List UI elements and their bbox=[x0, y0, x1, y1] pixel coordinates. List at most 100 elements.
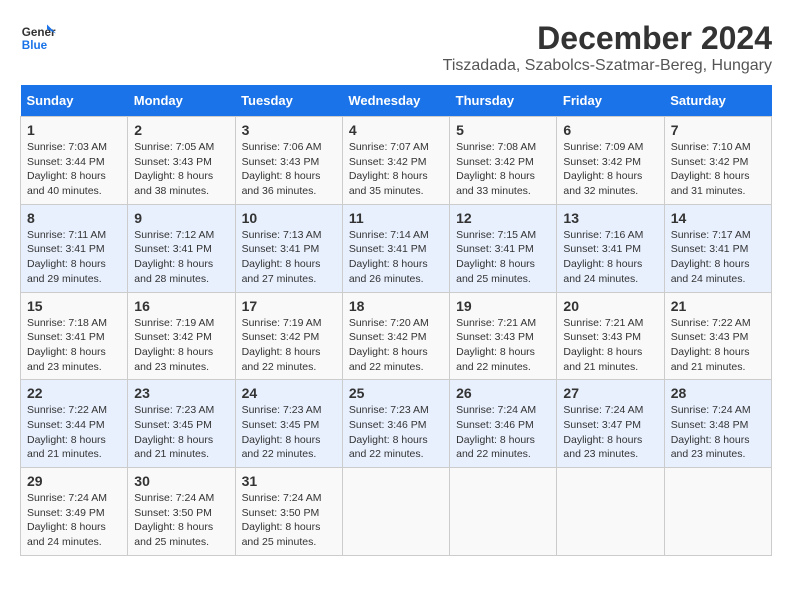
calendar-cell: 21 Sunrise: 7:22 AMSunset: 3:43 PMDayligh… bbox=[664, 292, 771, 380]
calendar-cell: 19 Sunrise: 7:21 AMSunset: 3:43 PMDayligh… bbox=[450, 292, 557, 380]
day-info: Sunrise: 7:23 AMSunset: 3:46 PMDaylight:… bbox=[349, 403, 443, 462]
day-header-sunday: Sunday bbox=[21, 85, 128, 117]
day-info: Sunrise: 7:17 AMSunset: 3:41 PMDaylight:… bbox=[671, 228, 765, 287]
day-number: 14 bbox=[671, 210, 765, 226]
day-info: Sunrise: 7:08 AMSunset: 3:42 PMDaylight:… bbox=[456, 140, 550, 199]
calendar-cell: 6 Sunrise: 7:09 AMSunset: 3:42 PMDaylight… bbox=[557, 117, 664, 205]
main-title: December 2024 bbox=[443, 20, 772, 57]
day-number: 8 bbox=[27, 210, 121, 226]
day-number: 25 bbox=[349, 385, 443, 401]
day-number: 4 bbox=[349, 122, 443, 138]
logo: General Blue bbox=[20, 20, 56, 56]
calendar-cell bbox=[664, 468, 771, 556]
day-header-wednesday: Wednesday bbox=[342, 85, 449, 117]
day-info: Sunrise: 7:07 AMSunset: 3:42 PMDaylight:… bbox=[349, 140, 443, 199]
day-number: 12 bbox=[456, 210, 550, 226]
week-row-4: 22 Sunrise: 7:22 AMSunset: 3:44 PMDayligh… bbox=[21, 380, 772, 468]
calendar-cell: 25 Sunrise: 7:23 AMSunset: 3:46 PMDayligh… bbox=[342, 380, 449, 468]
day-info: Sunrise: 7:24 AMSunset: 3:50 PMDaylight:… bbox=[134, 491, 228, 550]
day-info: Sunrise: 7:21 AMSunset: 3:43 PMDaylight:… bbox=[456, 316, 550, 375]
day-header-thursday: Thursday bbox=[450, 85, 557, 117]
week-row-3: 15 Sunrise: 7:18 AMSunset: 3:41 PMDayligh… bbox=[21, 292, 772, 380]
calendar-body: 1 Sunrise: 7:03 AMSunset: 3:44 PMDaylight… bbox=[21, 117, 772, 556]
day-number: 29 bbox=[27, 473, 121, 489]
day-info: Sunrise: 7:22 AMSunset: 3:44 PMDaylight:… bbox=[27, 403, 121, 462]
svg-text:Blue: Blue bbox=[22, 39, 48, 52]
day-number: 23 bbox=[134, 385, 228, 401]
calendar-cell: 18Sunrise: 7:20 AMSunset: 3:42 PMDayligh… bbox=[342, 292, 449, 380]
calendar-cell: 4 Sunrise: 7:07 AMSunset: 3:42 PMDaylight… bbox=[342, 117, 449, 205]
day-info: Sunrise: 7:20 AMSunset: 3:42 PMDaylight:… bbox=[349, 316, 443, 375]
calendar-cell bbox=[342, 468, 449, 556]
title-area: December 2024 Tiszadada, Szabolcs-Szatma… bbox=[443, 20, 772, 75]
calendar-cell: 24 Sunrise: 7:23 AMSunset: 3:45 PMDayligh… bbox=[235, 380, 342, 468]
day-info: Sunrise: 7:16 AMSunset: 3:41 PMDaylight:… bbox=[563, 228, 657, 287]
day-header-tuesday: Tuesday bbox=[235, 85, 342, 117]
day-number: 5 bbox=[456, 122, 550, 138]
calendar-cell: 10 Sunrise: 7:13 AMSunset: 3:41 PMDayligh… bbox=[235, 204, 342, 292]
day-number: 22 bbox=[27, 385, 121, 401]
day-info: Sunrise: 7:22 AMSunset: 3:43 PMDaylight:… bbox=[671, 316, 765, 375]
day-info: Sunrise: 7:09 AMSunset: 3:42 PMDaylight:… bbox=[563, 140, 657, 199]
calendar-header-row: SundayMondayTuesdayWednesdayThursdayFrid… bbox=[21, 85, 772, 117]
calendar-cell: 8 Sunrise: 7:11 AMSunset: 3:41 PMDaylight… bbox=[21, 204, 128, 292]
day-number: 31 bbox=[242, 473, 336, 489]
day-info: Sunrise: 7:23 AMSunset: 3:45 PMDaylight:… bbox=[242, 403, 336, 462]
day-info: Sunrise: 7:14 AMSunset: 3:41 PMDaylight:… bbox=[349, 228, 443, 287]
day-info: Sunrise: 7:24 AMSunset: 3:47 PMDaylight:… bbox=[563, 403, 657, 462]
day-number: 27 bbox=[563, 385, 657, 401]
calendar-cell: 7Sunrise: 7:10 AMSunset: 3:42 PMDaylight… bbox=[664, 117, 771, 205]
day-header-friday: Friday bbox=[557, 85, 664, 117]
calendar-table: SundayMondayTuesdayWednesdayThursdayFrid… bbox=[20, 85, 772, 556]
week-row-5: 29 Sunrise: 7:24 AMSunset: 3:49 PMDayligh… bbox=[21, 468, 772, 556]
week-row-2: 8 Sunrise: 7:11 AMSunset: 3:41 PMDaylight… bbox=[21, 204, 772, 292]
day-number: 3 bbox=[242, 122, 336, 138]
day-number: 30 bbox=[134, 473, 228, 489]
day-number: 6 bbox=[563, 122, 657, 138]
calendar-cell: 16 Sunrise: 7:19 AMSunset: 3:42 PMDayligh… bbox=[128, 292, 235, 380]
subtitle: Tiszadada, Szabolcs-Szatmar-Bereg, Hunga… bbox=[443, 57, 772, 75]
day-number: 11 bbox=[349, 210, 443, 226]
calendar-cell: 26 Sunrise: 7:24 AMSunset: 3:46 PMDayligh… bbox=[450, 380, 557, 468]
calendar-cell: 23Sunrise: 7:23 AMSunset: 3:45 PMDayligh… bbox=[128, 380, 235, 468]
calendar-cell: 28 Sunrise: 7:24 AMSunset: 3:48 PMDayligh… bbox=[664, 380, 771, 468]
day-info: Sunrise: 7:19 AMSunset: 3:42 PMDaylight:… bbox=[134, 316, 228, 375]
day-number: 17 bbox=[242, 298, 336, 314]
day-info: Sunrise: 7:13 AMSunset: 3:41 PMDaylight:… bbox=[242, 228, 336, 287]
day-info: Sunrise: 7:24 AMSunset: 3:49 PMDaylight:… bbox=[27, 491, 121, 550]
calendar-cell: 22 Sunrise: 7:22 AMSunset: 3:44 PMDayligh… bbox=[21, 380, 128, 468]
calendar-cell bbox=[557, 468, 664, 556]
calendar-cell: 12Sunrise: 7:15 AMSunset: 3:41 PMDayligh… bbox=[450, 204, 557, 292]
day-header-saturday: Saturday bbox=[664, 85, 771, 117]
day-number: 28 bbox=[671, 385, 765, 401]
calendar-cell bbox=[450, 468, 557, 556]
day-number: 24 bbox=[242, 385, 336, 401]
svg-text:General: General bbox=[22, 26, 56, 39]
day-info: Sunrise: 7:06 AMSunset: 3:43 PMDaylight:… bbox=[242, 140, 336, 199]
day-info: Sunrise: 7:05 AMSunset: 3:43 PMDaylight:… bbox=[134, 140, 228, 199]
day-info: Sunrise: 7:11 AMSunset: 3:41 PMDaylight:… bbox=[27, 228, 121, 287]
calendar-cell: 29 Sunrise: 7:24 AMSunset: 3:49 PMDayligh… bbox=[21, 468, 128, 556]
day-number: 26 bbox=[456, 385, 550, 401]
day-number: 16 bbox=[134, 298, 228, 314]
calendar-cell: 2Sunrise: 7:05 AMSunset: 3:43 PMDaylight… bbox=[128, 117, 235, 205]
calendar-cell: 30 Sunrise: 7:24 AMSunset: 3:50 PMDayligh… bbox=[128, 468, 235, 556]
day-info: Sunrise: 7:24 AMSunset: 3:50 PMDaylight:… bbox=[242, 491, 336, 550]
day-info: Sunrise: 7:10 AMSunset: 3:42 PMDaylight:… bbox=[671, 140, 765, 199]
day-info: Sunrise: 7:12 AMSunset: 3:41 PMDaylight:… bbox=[134, 228, 228, 287]
day-info: Sunrise: 7:03 AMSunset: 3:44 PMDaylight:… bbox=[27, 140, 121, 199]
day-number: 10 bbox=[242, 210, 336, 226]
calendar-cell: 3 Sunrise: 7:06 AMSunset: 3:43 PMDaylight… bbox=[235, 117, 342, 205]
day-number: 21 bbox=[671, 298, 765, 314]
calendar-cell: 27 Sunrise: 7:24 AMSunset: 3:47 PMDayligh… bbox=[557, 380, 664, 468]
day-info: Sunrise: 7:18 AMSunset: 3:41 PMDaylight:… bbox=[27, 316, 121, 375]
day-info: Sunrise: 7:21 AMSunset: 3:43 PMDaylight:… bbox=[563, 316, 657, 375]
day-info: Sunrise: 7:19 AMSunset: 3:42 PMDaylight:… bbox=[242, 316, 336, 375]
day-number: 19 bbox=[456, 298, 550, 314]
day-info: Sunrise: 7:24 AMSunset: 3:48 PMDaylight:… bbox=[671, 403, 765, 462]
day-number: 20 bbox=[563, 298, 657, 314]
day-number: 1 bbox=[27, 122, 121, 138]
day-number: 15 bbox=[27, 298, 121, 314]
page-header: General Blue December 2024 Tiszadada, Sz… bbox=[20, 20, 772, 75]
day-info: Sunrise: 7:24 AMSunset: 3:46 PMDaylight:… bbox=[456, 403, 550, 462]
